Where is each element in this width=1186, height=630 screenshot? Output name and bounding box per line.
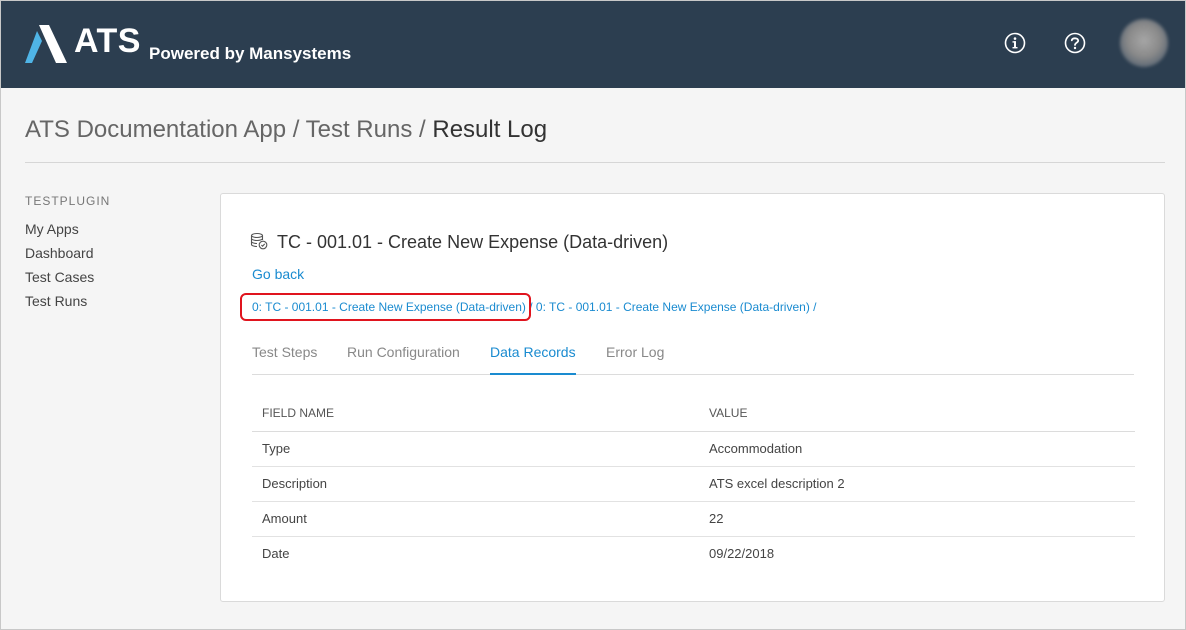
logo-text: ATS bbox=[74, 22, 141, 60]
result-log-card: TC - 001.01 - Create New Expense (Data-d… bbox=[220, 193, 1165, 602]
table-row: Description ATS excel description 2 bbox=[252, 466, 1135, 502]
help-icon[interactable] bbox=[1064, 32, 1086, 54]
tab-run-configuration[interactable]: Run Configuration bbox=[347, 344, 460, 375]
column-header-field-name: FIELD NAME bbox=[252, 396, 699, 432]
tab-data-records[interactable]: Data Records bbox=[490, 344, 576, 375]
top-navbar: ATS Powered by Mansystems bbox=[0, 0, 1186, 88]
value-cell: Accommodation bbox=[699, 431, 1135, 467]
tab-test-steps[interactable]: Test Steps bbox=[252, 344, 317, 375]
sidebar-item-test-runs[interactable]: Test Runs bbox=[25, 293, 87, 309]
column-header-value: VALUE bbox=[699, 396, 1135, 432]
ats-logo-icon bbox=[25, 25, 67, 63]
result-tabs: Test Steps Run Configuration Data Record… bbox=[252, 344, 1134, 375]
go-back-link[interactable]: Go back bbox=[252, 266, 304, 282]
info-icon[interactable] bbox=[1004, 32, 1026, 54]
field-name-cell: Description bbox=[252, 466, 699, 502]
table-row: Amount 22 bbox=[252, 501, 1135, 537]
data-records-table: FIELD NAME VALUE Type Accommodation Desc… bbox=[252, 396, 1135, 571]
crumb-trailing-separator: / bbox=[809, 300, 817, 314]
sidebar-item-test-cases[interactable]: Test Cases bbox=[25, 269, 94, 285]
breadcrumb-separator: / bbox=[419, 116, 426, 143]
value-cell: 09/22/2018 bbox=[709, 546, 775, 562]
tab-error-log[interactable]: Error Log bbox=[606, 344, 664, 375]
page-breadcrumb: ATS Documentation App / Test Runs / Resu… bbox=[25, 116, 547, 144]
value-cell: 22 bbox=[699, 501, 1135, 537]
breadcrumb-current: Result Log bbox=[432, 116, 548, 143]
database-icon bbox=[250, 232, 268, 250]
table-header-row: FIELD NAME VALUE bbox=[252, 396, 1135, 432]
field-name-cell: Amount bbox=[252, 501, 699, 537]
result-breadcrumb: 0: TC - 001.01 - Create New Expense (Dat… bbox=[240, 293, 817, 321]
value-cell: ATS excel description 2 bbox=[699, 466, 1135, 502]
breadcrumb-separator: / bbox=[292, 116, 300, 143]
field-name-cell: Type bbox=[252, 431, 699, 467]
sidebar-item-dashboard[interactable]: Dashboard bbox=[25, 245, 94, 261]
logo-subtitle: Powered by Mansystems bbox=[149, 44, 352, 63]
table-row: Date 09/22/2018 bbox=[252, 536, 1135, 571]
breadcrumb-test-runs[interactable]: Test Runs bbox=[306, 116, 413, 143]
sidebar-item-my-apps[interactable]: My Apps bbox=[25, 221, 79, 237]
sidebar-heading: TESTPLUGIN bbox=[25, 194, 111, 208]
user-avatar[interactable] bbox=[1120, 19, 1168, 67]
result-crumb-first[interactable]: 0: TC - 001.01 - Create New Expense (Dat… bbox=[240, 293, 531, 321]
title-divider bbox=[25, 162, 1165, 163]
field-name-cell: Date bbox=[262, 546, 290, 562]
result-crumb-second[interactable]: 0: TC - 001.01 - Create New Expense (Dat… bbox=[536, 300, 810, 314]
table-row: Type Accommodation bbox=[252, 431, 1135, 467]
breadcrumb-app[interactable]: ATS Documentation App bbox=[25, 116, 286, 143]
test-case-title: TC - 001.01 - Create New Expense (Data-d… bbox=[277, 232, 669, 252]
